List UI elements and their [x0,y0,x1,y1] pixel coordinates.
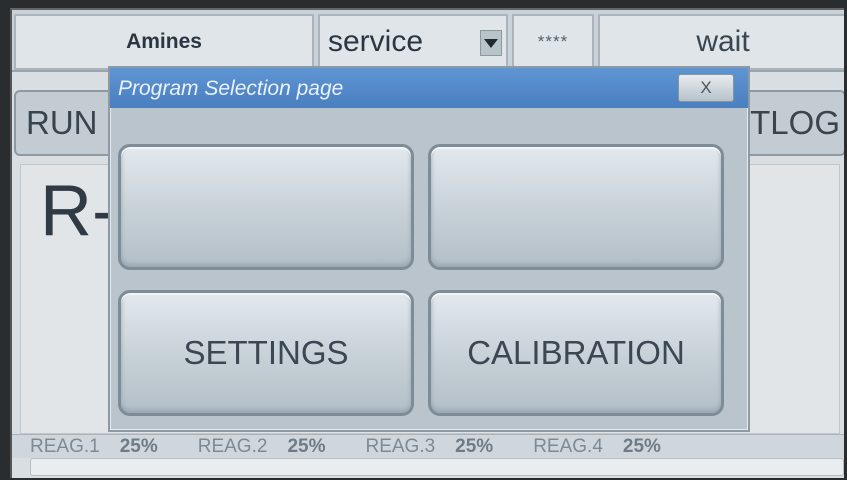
reagent-2-value: 25% [287,435,326,457]
mode-dropdown[interactable]: service [318,14,508,70]
program-button-2[interactable] [428,144,724,270]
app-name: Amines [14,14,314,70]
progress-bar [30,458,844,476]
reagent-3-label: REAG.3 [365,435,436,457]
reagent-4-label: REAG.4 [533,435,603,457]
device-screen: Amines service **** wait RUN TLOG R- REA… [10,8,844,478]
tlog-tab-button: TLOG [742,90,844,156]
reagent-2-label: REAG.2 [197,435,268,457]
dropdown-arrow-icon[interactable] [480,30,502,56]
status-bar: Amines service **** wait [12,10,844,72]
mode-value: service [328,25,424,58]
reagent-3-value: 25% [455,435,494,457]
dialog-title: Program Selection page [118,77,344,100]
main-reading-text: R- [40,171,116,251]
program-selection-dialog: Program Selection page X SETTINGS CALIBR… [108,66,750,432]
settings-button[interactable]: SETTINGS [118,290,414,416]
status-text: wait [598,14,844,70]
close-button[interactable]: X [678,74,734,102]
program-button-1[interactable] [118,144,414,270]
calibration-button[interactable]: CALIBRATION [428,290,724,416]
reagent-1-value: 25% [119,435,158,457]
reagent-status-bar: REAG.1 25% REAG.2 25% REAG.3 25% REAG.4 … [12,434,844,458]
reagent-1-label: REAG.1 [30,435,100,457]
password-field[interactable]: **** [512,14,594,70]
reagent-4-value: 25% [622,435,661,457]
dialog-titlebar: Program Selection page X [110,68,748,108]
